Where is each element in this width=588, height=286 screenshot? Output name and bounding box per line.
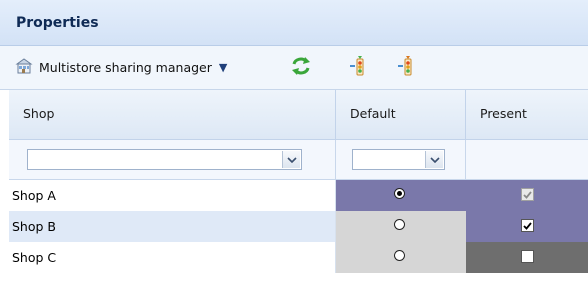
default-radio[interactable]: [394, 188, 405, 199]
panel-title: Properties: [16, 15, 99, 31]
shop-name: Shop B: [12, 219, 56, 234]
refresh-icon: [290, 55, 312, 80]
table-row[interactable]: Shop B: [9, 211, 588, 242]
chevron-down-icon[interactable]: [282, 151, 300, 168]
traffic-light-unshare-icon: [397, 55, 417, 80]
store-icon: [14, 56, 34, 79]
column-header-shop-label: Shop: [23, 106, 55, 121]
panel-header: Properties: [0, 0, 588, 46]
present-cell: [466, 180, 588, 211]
shop-name: Shop A: [12, 188, 56, 203]
table-row[interactable]: Shop C: [9, 242, 588, 273]
present-cell: [466, 211, 588, 242]
multistore-sharing-manager-button[interactable]: Multistore sharing manager ▼: [14, 54, 227, 80]
shop-cell: Shop C: [9, 242, 336, 273]
properties-panel: Properties Multistore sharing manager ▼: [0, 0, 588, 286]
column-header-shop[interactable]: Shop: [9, 90, 336, 140]
filter-cell-present: [466, 140, 588, 180]
table-row[interactable]: Shop A: [9, 180, 588, 211]
shop-filter-combo[interactable]: [27, 149, 302, 170]
chevron-down-icon[interactable]: [425, 151, 443, 168]
toolbar: Multistore sharing manager ▼: [0, 46, 588, 90]
shop-name: Shop C: [12, 250, 57, 265]
present-cell: [466, 242, 588, 273]
traffic-light-share-icon: [349, 55, 369, 80]
column-header-present[interactable]: Present: [466, 90, 588, 140]
default-cell: [336, 211, 466, 242]
filter-cell-shop: [9, 140, 336, 180]
multistore-sharing-manager-label: Multistore sharing manager: [39, 59, 212, 75]
default-radio[interactable]: [394, 250, 405, 261]
column-header-present-label: Present: [480, 106, 527, 121]
present-checkbox[interactable]: [521, 219, 534, 232]
default-filter-combo[interactable]: [352, 149, 445, 170]
present-checkbox[interactable]: [521, 250, 534, 263]
default-cell: [336, 242, 466, 273]
share-down-button[interactable]: [397, 54, 417, 80]
shop-cell: Shop B: [9, 211, 336, 242]
refresh-button[interactable]: [290, 54, 312, 80]
default-cell: [336, 180, 466, 211]
present-checkbox[interactable]: [521, 188, 534, 201]
column-header-default[interactable]: Default: [336, 90, 466, 140]
filter-cell-default: [336, 140, 466, 180]
column-header-default-label: Default: [350, 106, 396, 121]
chevron-down-icon[interactable]: ▼: [219, 61, 227, 74]
default-radio[interactable]: [394, 219, 405, 230]
share-up-button[interactable]: [349, 54, 369, 80]
shop-cell: Shop A: [9, 180, 336, 211]
